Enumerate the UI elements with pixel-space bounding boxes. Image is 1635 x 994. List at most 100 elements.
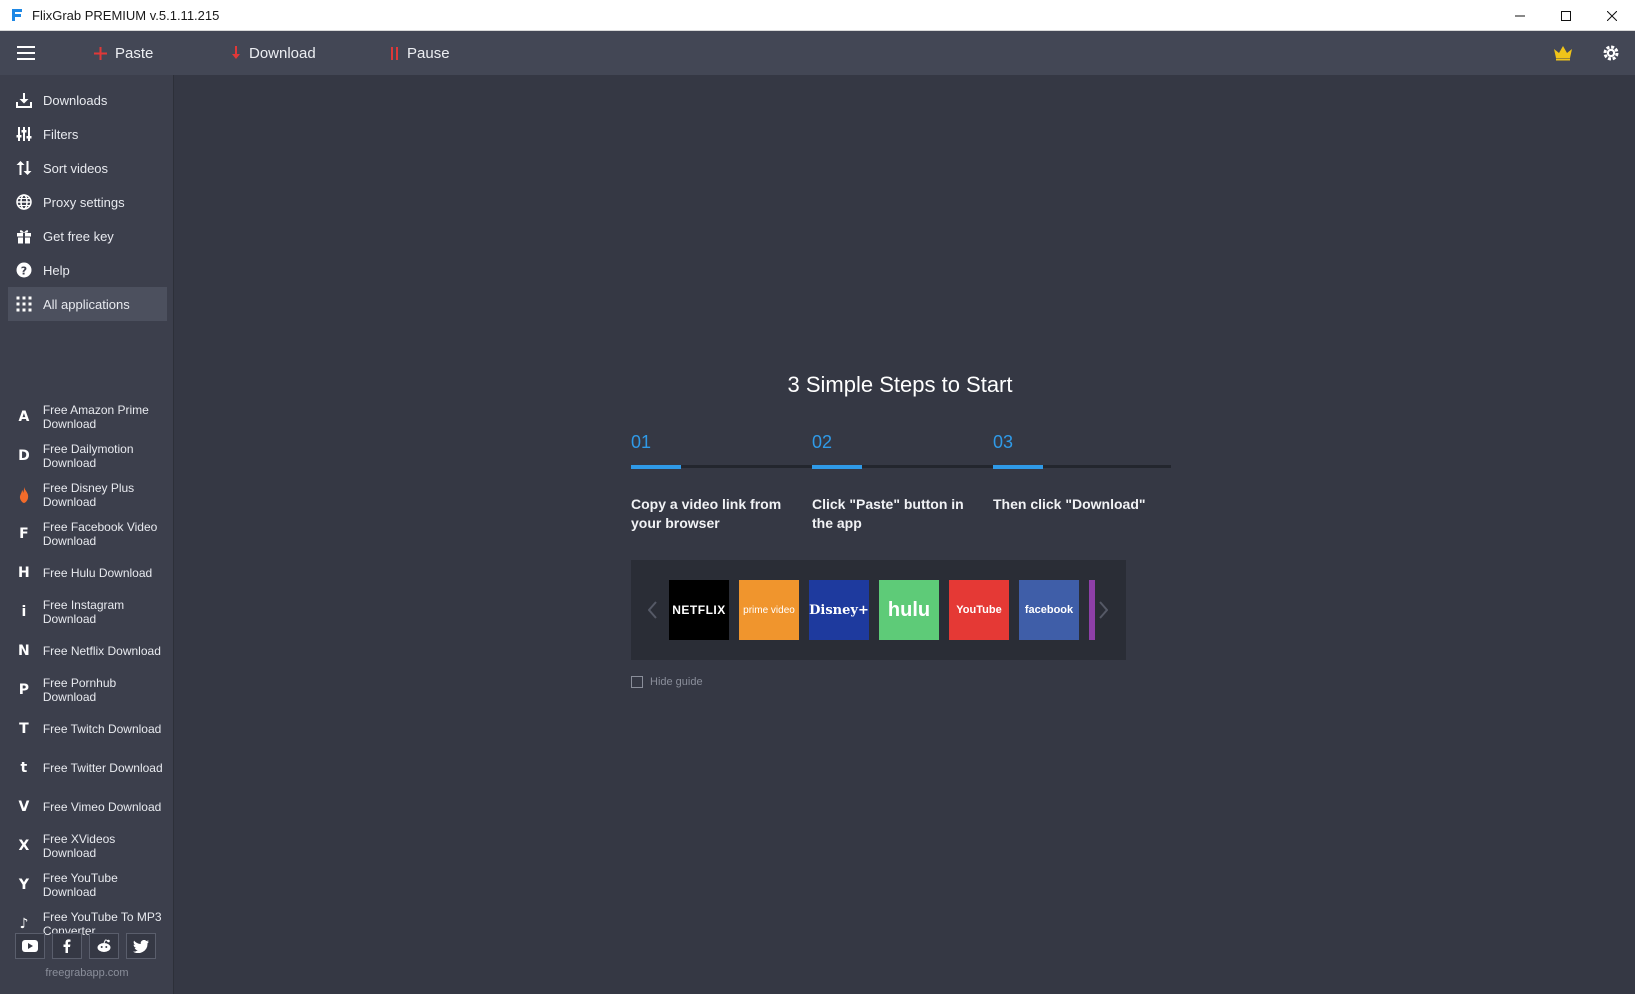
app-item-vimeo[interactable]: V Free Vimeo Download xyxy=(8,787,167,826)
netflix-app-icon: N xyxy=(18,642,30,659)
download-icon xyxy=(10,83,38,117)
carousel-next-button[interactable] xyxy=(1093,596,1113,624)
app-item-xvideos[interactable]: X Free XVideos Download xyxy=(8,826,167,865)
step-2: 02 Click "Paste" button in the app xyxy=(812,432,982,531)
youtube-app-icon: Y xyxy=(18,876,29,893)
service-tiles: NETFLIX prime video Disney+ hulu YouTube… xyxy=(669,580,1095,640)
app-item-label: Free Facebook Video Download xyxy=(42,519,158,548)
pornhub-app-icon: P xyxy=(18,681,30,698)
sidebar-item-get-free-key[interactable]: Get free key xyxy=(8,219,167,253)
app-list: A Free Amazon Prime Download D Free Dail… xyxy=(8,397,167,943)
instagram-app-icon: i xyxy=(21,603,27,620)
xvideos-app-icon: X xyxy=(18,837,30,854)
app-item-amazon-prime[interactable]: A Free Amazon Prime Download xyxy=(8,397,167,436)
filters-icon xyxy=(10,117,38,151)
youtube-social-button[interactable] xyxy=(15,933,45,959)
facebook-social-button[interactable] xyxy=(52,933,82,959)
minimize-button[interactable] xyxy=(1497,0,1543,31)
sidebar-item-label: Filters xyxy=(43,126,79,142)
step-3: 03 Then click "Download" xyxy=(993,432,1163,512)
sidebar-item-all-applications[interactable]: All applications xyxy=(8,287,167,321)
app-item-label: Free YouTube Download xyxy=(42,870,118,899)
app-item-twitch[interactable]: T Free Twitch Download xyxy=(8,709,167,748)
hide-guide-checkbox[interactable]: Hide guide xyxy=(631,676,703,688)
youtube-icon xyxy=(22,940,38,952)
facebook-tile[interactable]: facebook xyxy=(1019,580,1079,640)
sidebar-item-sort-videos[interactable]: Sort videos xyxy=(8,151,167,185)
checkbox-box[interactable] xyxy=(631,676,643,688)
twitch-app-icon: T xyxy=(19,720,29,737)
reddit-icon xyxy=(97,939,111,952)
plus-icon xyxy=(94,46,107,60)
youtube-tile[interactable]: YouTube xyxy=(949,580,1009,640)
netflix-tile[interactable]: NETFLIX xyxy=(669,580,729,640)
sort-icon xyxy=(10,151,38,185)
app-item-facebook[interactable]: F Free Facebook Video Download xyxy=(8,514,167,553)
crown-icon xyxy=(1554,46,1572,61)
gear-icon xyxy=(1603,45,1619,61)
website-link[interactable]: freegrabapp.com xyxy=(0,967,174,979)
twitter-social-button[interactable] xyxy=(126,933,156,959)
app-item-hulu[interactable]: H Free Hulu Download xyxy=(8,553,167,592)
app-item-label: Free Hulu Download xyxy=(42,565,153,580)
facebook-icon xyxy=(63,939,71,953)
sidebar-item-label: Get free key xyxy=(43,228,114,244)
app-item-instagram[interactable]: i Free Instagram Download xyxy=(8,592,167,631)
step-text: Copy a video link from your browser xyxy=(631,496,782,531)
download-button[interactable]: Download xyxy=(231,31,316,75)
steps-track xyxy=(631,465,1171,468)
chevron-left-icon xyxy=(648,601,657,619)
hamburger-menu-button[interactable] xyxy=(0,31,52,75)
app-item-pornhub[interactable]: P Free Pornhub Download xyxy=(8,670,167,709)
vimeo-app-icon: V xyxy=(18,798,30,815)
step-text: Click "Paste" button in the app xyxy=(812,496,964,531)
flixgrab-logo-icon xyxy=(10,8,24,22)
twitter-icon xyxy=(133,939,149,953)
app-item-dailymotion[interactable]: D Free Dailymotion Download xyxy=(8,436,167,475)
chevron-right-icon xyxy=(1099,601,1108,619)
maximize-button[interactable] xyxy=(1543,0,1589,31)
services-carousel: NETFLIX prime video Disney+ hulu YouTube… xyxy=(631,560,1126,660)
sidebar-item-proxy-settings[interactable]: Proxy settings xyxy=(8,185,167,219)
step-progress-bar xyxy=(631,465,681,469)
paste-button[interactable]: Paste xyxy=(94,31,153,75)
sidebar-item-help[interactable]: ? Help xyxy=(8,253,167,287)
app-item-label: Free Twitch Download xyxy=(42,721,162,736)
sidebar-item-filters[interactable]: Filters xyxy=(8,117,167,151)
app-item-label: Free Vimeo Download xyxy=(42,799,162,814)
app-item-twitter[interactable]: t Free Twitter Download xyxy=(8,748,167,787)
reddit-social-button[interactable] xyxy=(89,933,119,959)
download-label: Download xyxy=(249,44,316,62)
premium-button[interactable] xyxy=(1539,31,1587,75)
pause-button[interactable]: Pause xyxy=(391,31,450,75)
hulu-tile[interactable]: hulu xyxy=(879,580,939,640)
step-text: Then click "Download" xyxy=(993,496,1146,512)
app-item-label: Free Twitter Download xyxy=(42,760,163,775)
app-item-youtube[interactable]: Y Free YouTube Download xyxy=(8,865,167,904)
amazon-prime-app-icon: A xyxy=(18,408,30,425)
step-number: 01 xyxy=(631,432,652,452)
step-progress-bar xyxy=(993,465,1043,469)
globe-icon xyxy=(10,185,38,219)
app-item-netflix[interactable]: N Free Netflix Download xyxy=(8,631,167,670)
sidebar-item-label: Proxy settings xyxy=(43,194,125,210)
sidebar-item-downloads[interactable]: Downloads xyxy=(8,83,167,117)
carousel-prev-button[interactable] xyxy=(643,596,663,624)
sidebar: Downloads Filters Sort videos Proxy sett… xyxy=(0,75,174,994)
app-item-label: Free Dailymotion Download xyxy=(42,441,134,470)
gift-icon xyxy=(10,219,38,253)
hulu-app-icon: H xyxy=(18,564,30,581)
app-item-disney-plus[interactable]: Free Disney Plus Download xyxy=(8,475,167,514)
app-item-label: Free Instagram Download xyxy=(42,597,125,626)
step-number: 03 xyxy=(993,432,1014,452)
app-item-label: Free Disney Plus Download xyxy=(42,480,135,509)
sidebar-item-label: All applications xyxy=(43,296,130,312)
prime-video-tile[interactable]: prime video xyxy=(739,580,799,640)
title-bar: FlixGrab PREMIUM v.5.1.11.215 xyxy=(0,0,1635,31)
settings-button[interactable] xyxy=(1587,31,1635,75)
disney-plus-flame-icon xyxy=(10,486,38,503)
step-number: 02 xyxy=(812,432,833,452)
svg-text:?: ? xyxy=(21,264,27,277)
disney-plus-tile[interactable]: Disney+ xyxy=(809,580,869,640)
close-button[interactable] xyxy=(1589,0,1635,31)
